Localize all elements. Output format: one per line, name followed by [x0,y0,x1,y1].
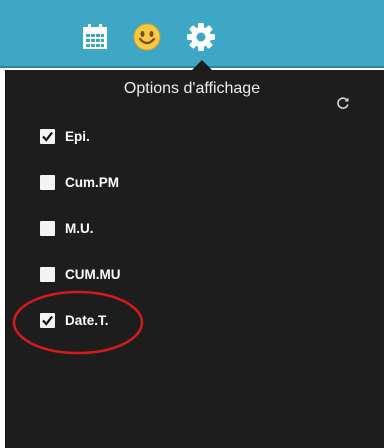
calendar-icon[interactable] [80,22,110,52]
gear-icon[interactable] [186,22,216,52]
panel-shadow [5,70,6,448]
checkbox-unchecked[interactable] [40,174,55,190]
option-label: M.U. [65,220,94,236]
option-label: CUM.MU [65,266,121,282]
option-label: Cum.PM [65,174,119,190]
refresh-icon[interactable] [336,96,350,110]
smiley-icon[interactable] [132,22,162,52]
option-label: Epi. [65,128,90,144]
checkbox-unchecked[interactable] [40,220,55,236]
option-cum-pm[interactable]: Cum.PM [40,172,119,192]
checkbox-unchecked[interactable] [40,266,55,282]
option-mu[interactable]: M.U. [40,218,94,238]
option-cum-mu[interactable]: CUM.MU [40,264,121,284]
checkmark-icon [42,131,53,142]
panel-caret [192,60,212,70]
option-epi[interactable]: Epi. [40,126,90,146]
checkbox-checked[interactable] [40,128,55,144]
top-toolbar [0,0,384,66]
panel-title: Options d'affichage [123,80,261,97]
red-circle-annotation [12,290,144,355]
